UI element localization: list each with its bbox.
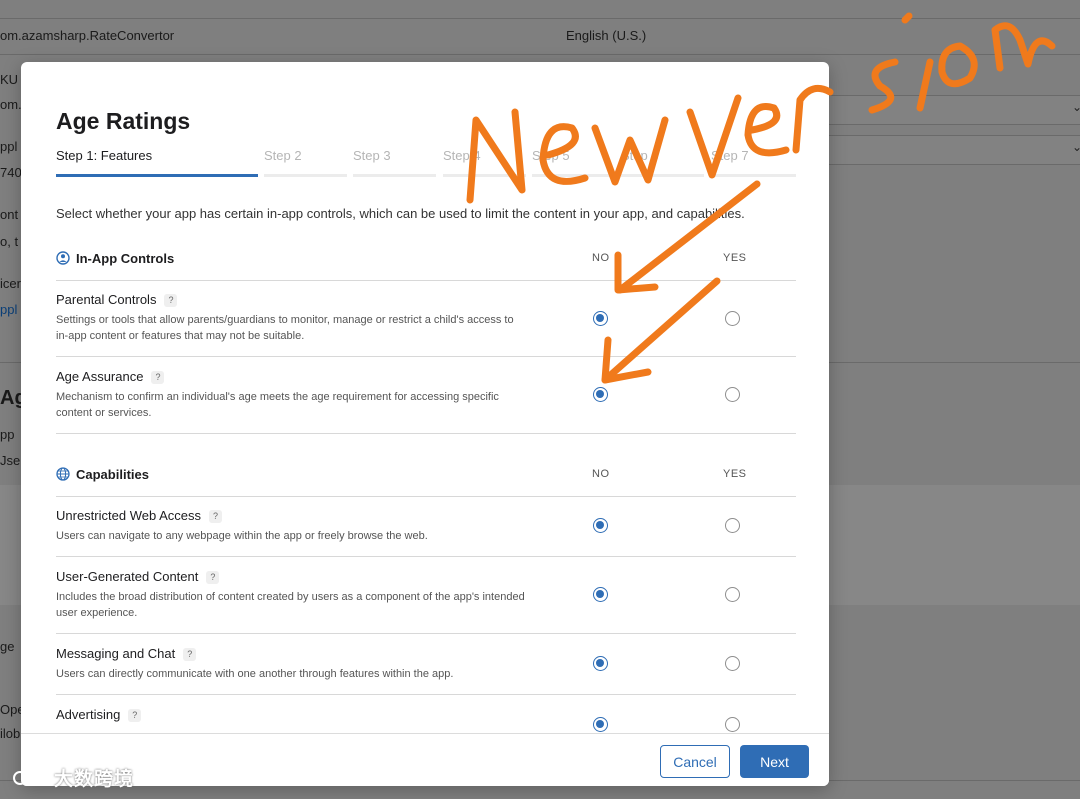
ugc-no-radio[interactable]: [593, 587, 608, 602]
cancel-button[interactable]: Cancel: [660, 745, 730, 778]
step-6-progress: [621, 174, 704, 177]
step-3-label: Step 3: [353, 148, 391, 163]
row-description: Includes the broad distribution of conte…: [56, 591, 525, 619]
row-description: Mechanism to confirm an individual's age…: [56, 391, 499, 419]
intro-text: Select whether your app has certain in-a…: [56, 206, 745, 221]
step-7-label: Step 7: [711, 148, 749, 163]
modal-title: Age Ratings: [56, 108, 191, 134]
age-text: ge: [0, 639, 15, 654]
age-assurance-yes-radio[interactable]: [725, 387, 740, 402]
row-label: Advertising: [56, 707, 121, 722]
help-icon[interactable]: ?: [206, 571, 220, 585]
web-access-yes-radio[interactable]: [725, 518, 740, 533]
section-header-capabilities: Capabilities NO YES: [56, 462, 796, 497]
watermark-text: 大数跨境: [54, 769, 135, 790]
content-label: ont: [0, 207, 19, 222]
section-title: Capabilities: [76, 467, 149, 482]
column-yes-header: YES: [723, 468, 747, 480]
step-2-progress: [264, 174, 347, 177]
next-button[interactable]: Next: [740, 745, 809, 778]
row-label: User-Generated Content: [56, 569, 199, 584]
parental-controls-no-radio[interactable]: [593, 311, 608, 326]
age-assurance-no-radio[interactable]: [593, 387, 608, 402]
step-5-label: Step 5: [532, 148, 570, 163]
messaging-no-radio[interactable]: [593, 656, 608, 671]
chevron-down-icon: ⌄: [1072, 140, 1080, 154]
apple-id-value: 740: [0, 165, 22, 180]
bg-select-2: [828, 135, 1080, 165]
row-label: Unrestricted Web Access: [56, 508, 201, 523]
advertising-yes-radio[interactable]: [725, 717, 740, 732]
help-icon[interactable]: ?: [151, 371, 165, 385]
bg-select-1: [828, 95, 1080, 125]
watermark-logo-icon: [13, 770, 41, 785]
row-messaging-and-chat: Messaging and Chat? Users can directly c…: [56, 634, 796, 695]
row-label: Messaging and Chat: [56, 646, 176, 661]
license-link: ppl: [0, 302, 18, 317]
divider: [0, 54, 1080, 55]
advertising-no-radio[interactable]: [593, 717, 608, 732]
step-1-progress: [56, 174, 258, 177]
help-icon[interactable]: ?: [208, 510, 222, 524]
column-yes-header: YES: [723, 252, 747, 264]
row-age-assurance: Age Assurance? Mechanism to confirm an i…: [56, 357, 796, 434]
chevron-down-icon: ⌄: [1072, 100, 1080, 114]
row-description: Users can directly communicate with one …: [56, 668, 454, 680]
row-label-wrap: Unrestricted Web Access?: [56, 508, 222, 524]
step-4-label: Step 4: [443, 148, 481, 163]
web-access-no-radio[interactable]: [593, 518, 608, 533]
ugc-yes-radio[interactable]: [725, 587, 740, 602]
bundle-id-text: om.azamsharp.RateConvertor: [0, 28, 175, 43]
column-no-header: NO: [592, 252, 610, 264]
row-user-generated-content: User-Generated Content? Includes the bro…: [56, 557, 796, 634]
step-6-label: Step 6: [621, 148, 659, 163]
row-unrestricted-web-access: Unrestricted Web Access? Users can navig…: [56, 496, 796, 557]
language-text: English (U.S.): [566, 28, 647, 43]
column-no-header: NO: [592, 468, 610, 480]
sku-value: om.: [0, 97, 22, 112]
help-icon[interactable]: ?: [128, 709, 142, 723]
row-label-wrap: Advertising?: [56, 707, 142, 723]
step-7-progress: [711, 174, 796, 177]
divider: [0, 18, 1080, 19]
row-label-wrap: User-Generated Content?: [56, 569, 220, 585]
row-label-wrap: Parental Controls?: [56, 292, 178, 308]
row-label-wrap: Age Assurance?: [56, 369, 165, 385]
step-4-progress: [443, 174, 526, 177]
row-description: Settings or tools that allow parents/gua…: [56, 314, 514, 342]
globe-icon: [56, 467, 70, 481]
step-2-label: Step 2: [264, 148, 302, 163]
row-label-wrap: Messaging and Chat?: [56, 646, 197, 662]
content-text: o, t: [0, 234, 19, 249]
help-icon[interactable]: ?: [183, 648, 197, 662]
modal-footer: Cancel Next: [21, 733, 829, 786]
row-description: Users can navigate to any webpage within…: [56, 530, 428, 542]
parental-controls-yes-radio[interactable]: [725, 311, 740, 326]
sku-label: KU: [0, 72, 19, 87]
step-1-label: Step 1: Features: [56, 148, 153, 163]
step-5-progress: [532, 174, 615, 177]
row-label: Age Assurance: [56, 369, 144, 384]
row-label: Parental Controls: [56, 292, 157, 307]
age-ratings-modal: Age Ratings Step 1: Features Step 2 Step…: [21, 62, 829, 786]
help-icon[interactable]: ?: [164, 294, 178, 308]
section-header-in-app-controls: In-App Controls NO YES: [56, 246, 796, 281]
watermark: 大数跨境: [10, 764, 134, 791]
messaging-yes-radio[interactable]: [725, 656, 740, 671]
stepper: Step 1: Features Step 2 Step 3 Step 4 St…: [56, 148, 796, 178]
step-3-progress: [353, 174, 436, 177]
license-label: icer: [0, 276, 21, 291]
app-text: pp: [0, 427, 15, 442]
row-parental-controls: Parental Controls? Settings or tools tha…: [56, 280, 796, 357]
section-title: In-App Controls: [76, 251, 175, 266]
person-circle-icon: [56, 251, 70, 265]
global-text: ilob: [0, 726, 21, 741]
apple-id-label: ppl: [0, 139, 18, 154]
